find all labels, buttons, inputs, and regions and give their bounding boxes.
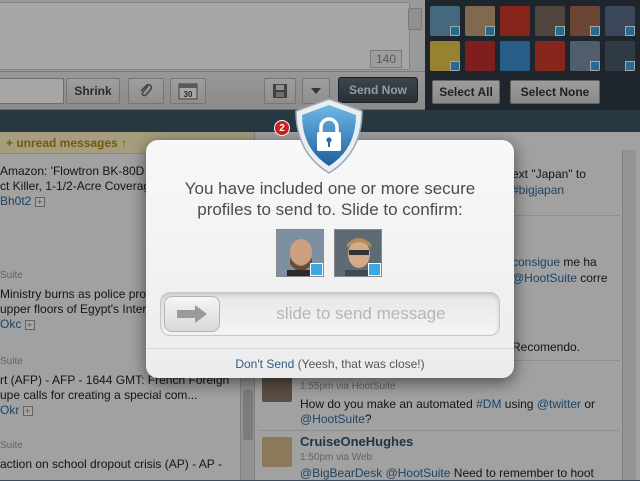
secure-profile-avatar [276,229,324,277]
slider-handle[interactable] [164,296,220,332]
twitter-badge-icon [310,263,323,276]
notification-badge: 2 [274,120,290,136]
twitter-badge-icon [368,263,381,276]
secure-profile-avatar [334,229,382,277]
secure-send-dialog: You have included one or more secure pro… [146,140,514,378]
lock-shield-icon [295,98,363,174]
arrow-right-icon [177,305,207,323]
slider-label: slide to send message [276,304,446,323]
slide-to-send-slider[interactable]: slide to send message [160,292,500,336]
footer-note: (Yeesh, that was close!) [294,357,425,371]
dialog-message: You have included one or more secure pro… [184,179,476,219]
dialog-footer: Don't Send (Yeesh, that was close!) [146,348,514,378]
dont-send-link[interactable]: Don't Send [235,357,294,371]
